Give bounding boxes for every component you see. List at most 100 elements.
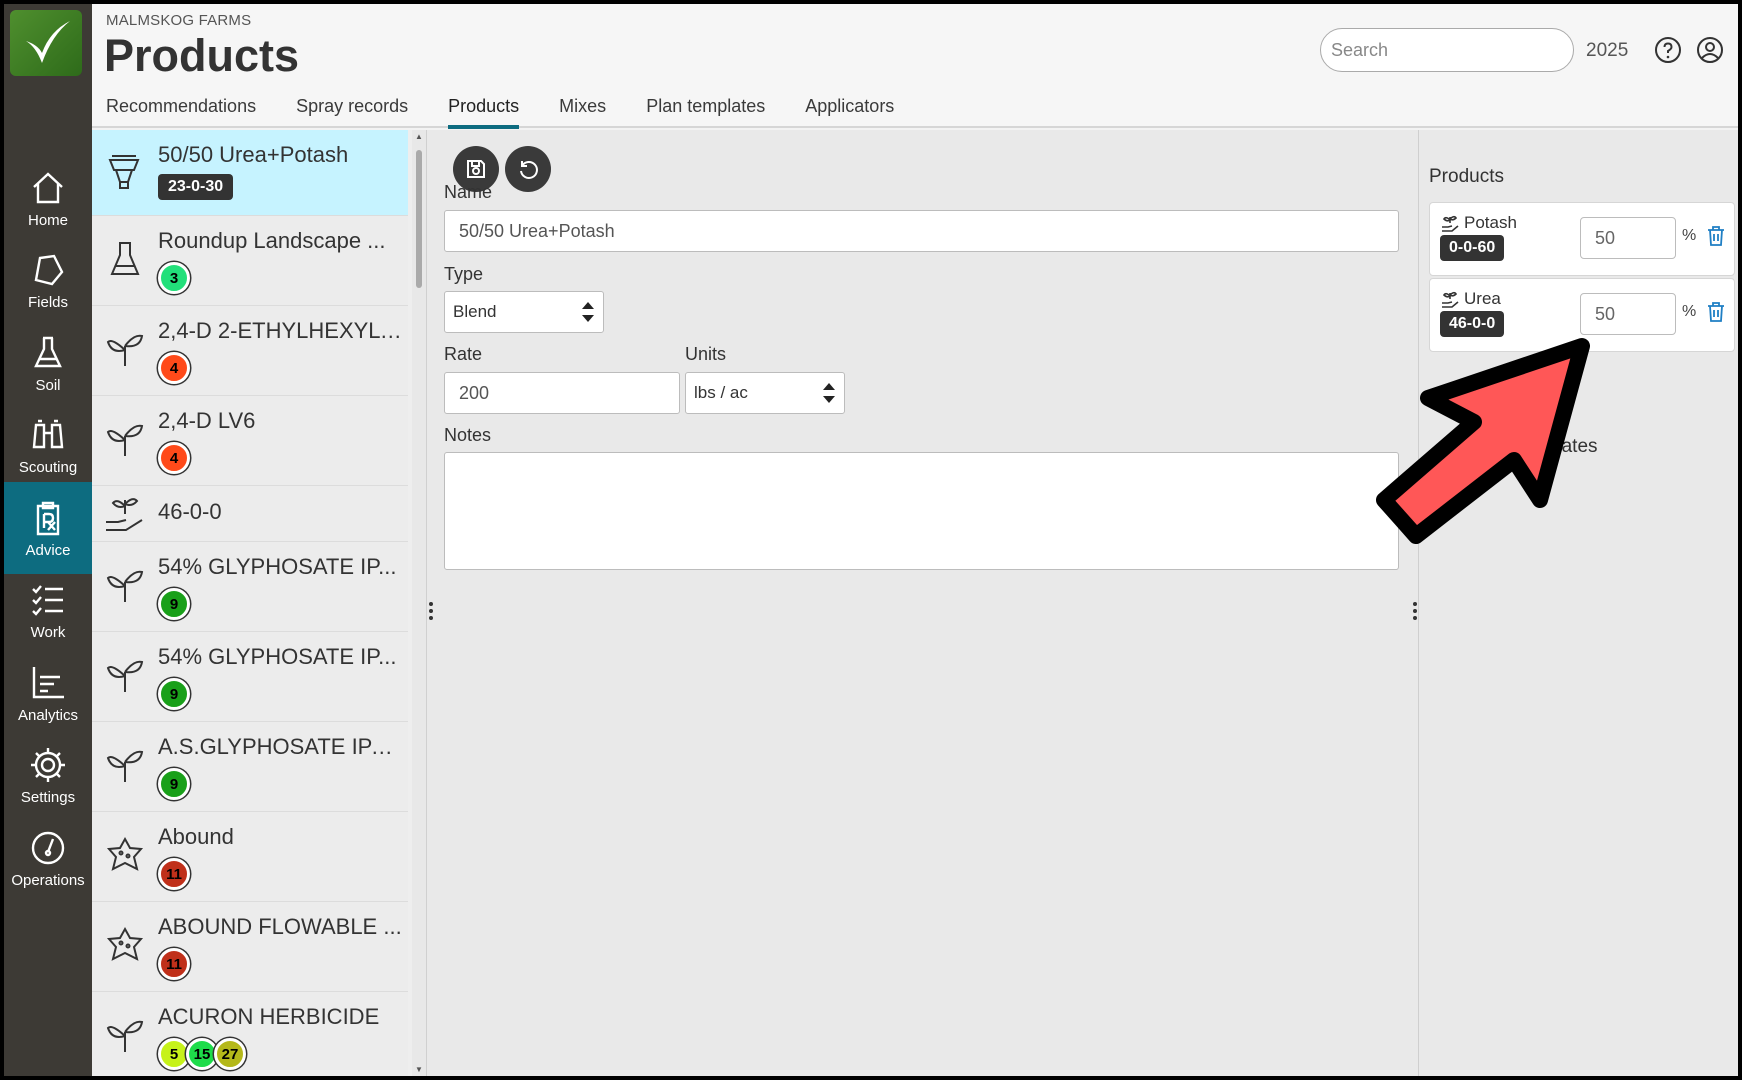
product-name: Abound: [158, 824, 234, 849]
rate-field[interactable]: [444, 372, 680, 414]
component-name: Potash: [1464, 213, 1517, 232]
nav-rail: Home Fields Soil Scouting Advice Work An…: [4, 4, 92, 1076]
product-list-item[interactable]: Roundup Landscape ... 3: [92, 216, 408, 306]
name-field[interactable]: [444, 210, 1399, 252]
tab-applicators[interactable]: Applicators: [805, 96, 894, 129]
product-editor: Name Type Blend Rate Units lbs / ac Note…: [426, 130, 1418, 1076]
group-badge: 4: [158, 352, 190, 384]
tab-plan-templates[interactable]: Plan templates: [646, 96, 765, 129]
product-name: 50/50 Urea+Potash: [158, 142, 349, 167]
save-icon: [467, 160, 485, 178]
component-name: Urea: [1464, 289, 1501, 308]
chart-icon: [32, 666, 64, 698]
list-scrollbar[interactable]: ▲ ▼: [412, 130, 426, 1076]
product-list-item[interactable]: ABOUND FLOWABLE ... 11: [92, 902, 408, 992]
units-select[interactable]: lbs / ac: [685, 372, 845, 414]
product-list-item[interactable]: 54% GLYPHOSATE IP... 9: [92, 542, 408, 632]
tab-spray-records[interactable]: Spray records: [296, 96, 408, 129]
scroll-up-arrow[interactable]: ▲: [415, 132, 423, 141]
nav-label: Operations: [11, 871, 85, 889]
org-name: MALMSKOG FARMS: [106, 12, 252, 29]
year-selector[interactable]: 2025: [1586, 40, 1628, 62]
leaf-logo-icon: [26, 21, 70, 63]
fields-icon: [34, 254, 64, 285]
tab-recommendations[interactable]: Recommendations: [106, 96, 256, 129]
product-name: 54% GLYPHOSATE IP...: [158, 554, 397, 579]
mode-of-action-groups: 4: [158, 442, 190, 474]
nav-settings[interactable]: Settings: [4, 729, 92, 821]
nav-label: Settings: [20, 788, 76, 806]
page-header: MALMSKOG FARMS Products 2025 Recommendat…: [92, 4, 1738, 129]
binoculars-icon: [32, 419, 64, 448]
scroll-thumb[interactable]: [416, 150, 422, 288]
app-logo[interactable]: [10, 10, 82, 76]
notes-field[interactable]: [444, 452, 1399, 570]
product-list-item[interactable]: 2,4-D 2-ETHYLHEXYL ... 4: [92, 306, 408, 396]
sprout-icon: [106, 424, 144, 456]
nav-advice[interactable]: Advice: [4, 482, 92, 574]
mode-of-action-groups: 5 15 27: [158, 1038, 246, 1070]
group-badge: 9: [158, 678, 190, 710]
sprout-icon: [106, 1020, 144, 1052]
annotation-arrow-icon: [1376, 338, 1590, 544]
sprout-icon: [106, 570, 144, 602]
product-list-item[interactable]: A.S.GLYPHOSATE IPA ... 9: [92, 722, 408, 812]
type-select[interactable]: Blend: [444, 291, 604, 333]
percent-symbol: %: [1682, 303, 1697, 320]
notes-label: Notes: [444, 425, 492, 445]
nav-work[interactable]: Work: [4, 564, 92, 656]
product-name: ACURON HERBICIDE: [158, 1004, 380, 1029]
tab-mixes[interactable]: Mixes: [559, 96, 606, 129]
resize-grip-icon[interactable]: [428, 600, 434, 622]
nav-analytics[interactable]: Analytics: [4, 647, 92, 739]
mode-of-action-groups: 11: [158, 948, 190, 980]
product-list-item[interactable]: ACURON HERBICIDE 5 15 27: [92, 992, 408, 1076]
flask-icon: [110, 242, 140, 275]
group-badge: 27: [214, 1038, 246, 1070]
nav-home[interactable]: Home: [4, 152, 92, 244]
product-list-item[interactable]: 54% GLYPHOSATE IP... 9: [92, 632, 408, 722]
tab-products[interactable]: Products: [448, 96, 520, 129]
mode-of-action-groups: 11: [158, 858, 190, 890]
analysis-badge: 0-0-60: [1440, 235, 1505, 261]
units-label: Units: [685, 344, 727, 364]
group-badge: 4: [158, 442, 190, 474]
help-icon[interactable]: [1654, 36, 1682, 64]
mode-of-action-groups: 9: [158, 588, 190, 620]
product-list-item[interactable]: 2,4-D LV6 4: [92, 396, 408, 486]
hand-sprout-icon: [1442, 215, 1459, 232]
nav-label: Analytics: [17, 706, 79, 724]
revert-button[interactable]: [505, 146, 551, 192]
trash-icon[interactable]: [1706, 301, 1726, 323]
product-name: A.S.GLYPHOSATE IPA ...: [158, 734, 404, 759]
sprout-icon: [106, 660, 144, 692]
product-name: 46-0-0: [158, 499, 222, 524]
product-list: 50/50 Urea+Potash 23-0-30 Roundup Landscap…: [92, 130, 412, 1076]
nav-scouting[interactable]: Scouting: [4, 399, 92, 491]
nav-fields[interactable]: Fields: [4, 234, 92, 326]
components-title: Products: [1429, 166, 1504, 187]
name-label: Name: [444, 182, 493, 202]
scroll-down-arrow[interactable]: ▼: [415, 1065, 423, 1074]
product-list-item[interactable]: 46-0-0: [92, 486, 408, 542]
nav-operations[interactable]: Operations: [4, 812, 92, 904]
trash-icon[interactable]: [1706, 225, 1726, 247]
percent-input[interactable]: [1580, 217, 1676, 259]
prescription-icon: [36, 501, 60, 535]
nav-label: Advice: [25, 541, 71, 559]
select-arrows-icon: [582, 302, 594, 322]
search-input[interactable]: [1320, 28, 1574, 72]
product-list-item[interactable]: Abound 11: [92, 812, 408, 902]
mode-of-action-groups: 3: [158, 262, 190, 294]
tab-bar: Recommendations Spray records Products M…: [106, 96, 934, 129]
account-icon[interactable]: [1696, 36, 1724, 64]
product-name: ABOUND FLOWABLE ...: [158, 914, 402, 939]
product-list-item[interactable]: 50/50 Urea+Potash 23-0-30: [92, 130, 408, 216]
nav-soil[interactable]: Soil: [4, 317, 92, 409]
page-title: Products: [104, 30, 300, 81]
product-name: 2,4-D 2-ETHYLHEXYL ...: [158, 318, 404, 343]
mode-of-action-groups: 4: [158, 352, 190, 384]
group-badge: 9: [158, 768, 190, 800]
gauge-icon: [31, 831, 65, 864]
analysis-badge: 23-0-30: [158, 174, 234, 200]
